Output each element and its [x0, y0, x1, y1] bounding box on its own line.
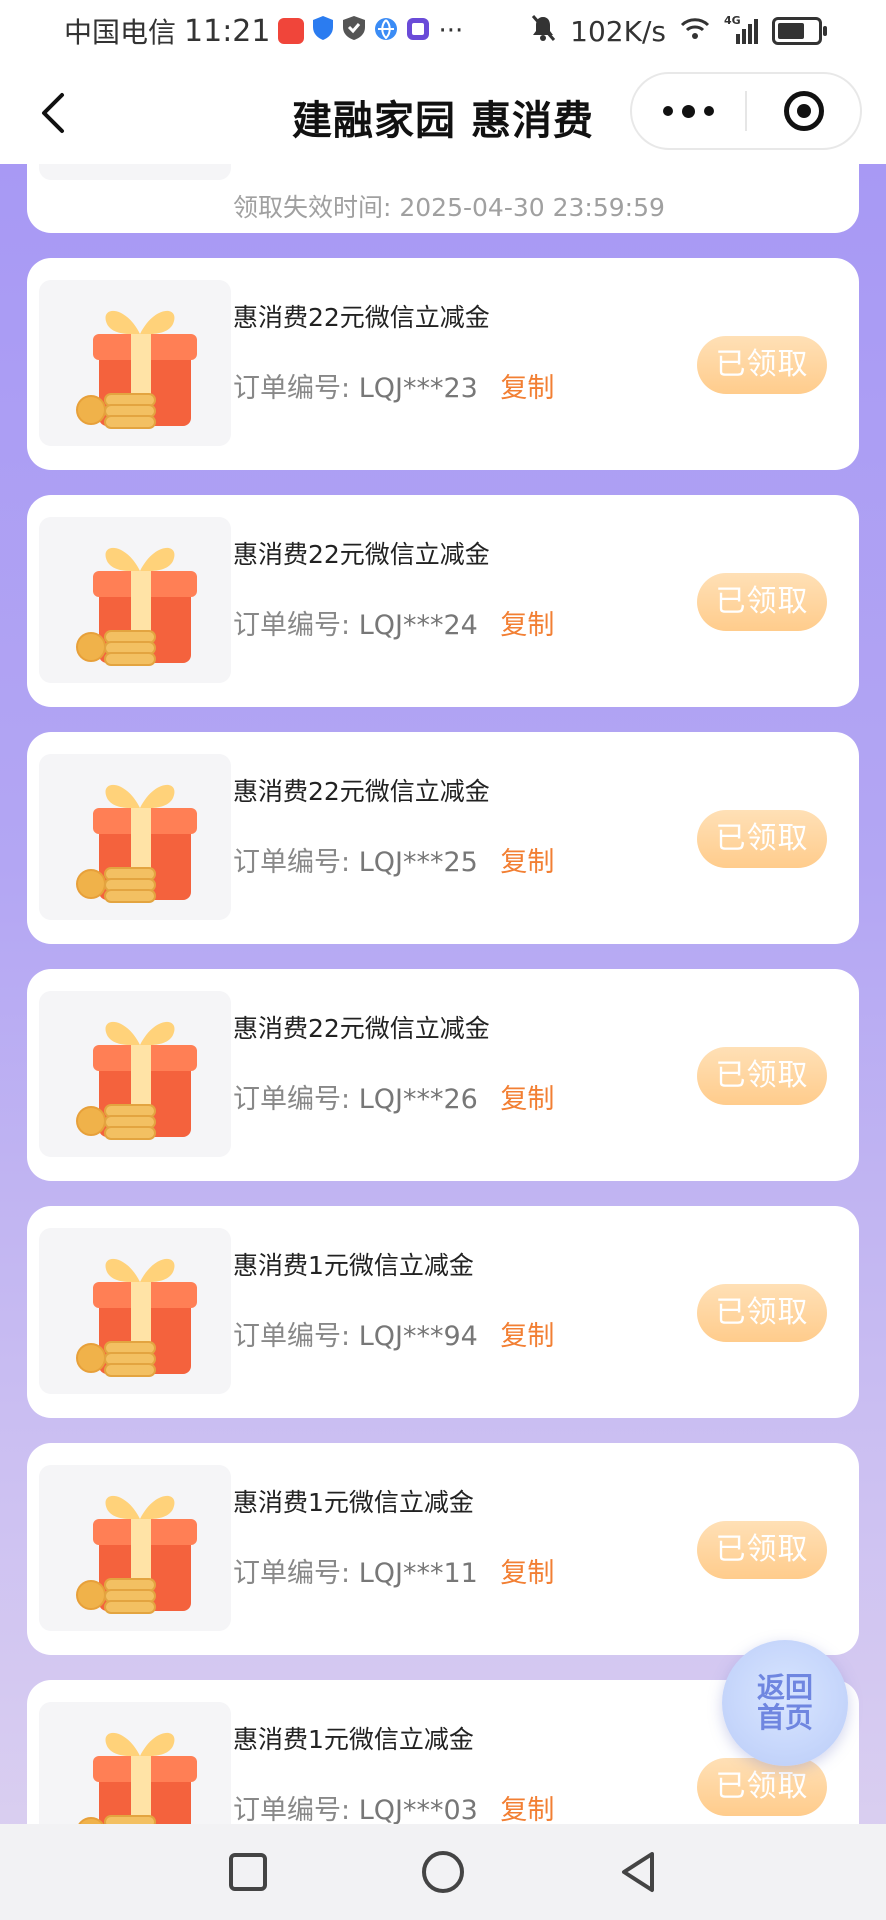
copy-link[interactable]: 复制 [500, 1795, 554, 1824]
gift-thumbnail [39, 517, 231, 683]
order-number-row: 订单编号: LQJ***03 复制 [233, 1788, 554, 1824]
copy-link[interactable]: 复制 [500, 373, 554, 404]
vpn-icon [342, 15, 366, 48]
circle-icon [421, 1851, 464, 1893]
claimed-button[interactable]: 已领取 [697, 1047, 827, 1105]
coupon-title: 惠消费22元微信立减金 [233, 777, 490, 806]
gift-thumbnail [39, 1228, 231, 1394]
copy-link[interactable]: 复制 [500, 1558, 554, 1589]
gift-icon [78, 1732, 197, 1824]
nav-bar: 建融家园 惠消费 [0, 62, 886, 164]
order-number-value: LQJ***11 [358, 1558, 478, 1589]
home-label-line2: 首页 [756, 1701, 813, 1734]
order-number-row: 订单编号: LQJ***26 复制 [233, 1077, 554, 1116]
browser-icon [374, 15, 398, 48]
order-number-value: LQJ***24 [358, 610, 478, 641]
system-nav-bar [0, 1824, 886, 1920]
home-label-line1: 返回 [756, 1671, 813, 1704]
copy-link[interactable]: 复制 [500, 1321, 554, 1352]
order-number-value: LQJ***23 [358, 373, 478, 404]
order-number-row: 订单编号: LQJ***94 复制 [233, 1314, 554, 1353]
gift-thumbnail [39, 164, 231, 180]
coupon-card: 惠消费22元微信立减金 订单编号: LQJ***25 复制 已领取 [27, 732, 859, 944]
order-number-label: 订单编号: [233, 847, 351, 878]
status-time: 11:21 [184, 13, 271, 49]
dot-icon [704, 106, 714, 116]
return-home-button[interactable]: 返回 首页 [722, 1640, 848, 1766]
order-number-value: LQJ***25 [358, 847, 478, 878]
coupon-list[interactable]: 领取失效时间: 2025-04-30 23:59:59 惠消费22元微信立减金 … [0, 164, 886, 1824]
carrier-label: 中国电信 [64, 16, 177, 49]
order-number-label: 订单编号: [233, 373, 351, 404]
order-number-label: 订单编号: [233, 610, 351, 641]
battery-icon [772, 17, 827, 45]
coupon-title: 惠消费22元微信立减金 [233, 540, 490, 569]
order-number-label: 订单编号: [233, 1795, 351, 1824]
order-number-row: 订单编号: LQJ***23 复制 [233, 366, 554, 405]
claimed-button[interactable]: 已领取 [697, 1284, 827, 1342]
dot-icon [682, 104, 695, 118]
coupon-card: 惠消费22元微信立减金 订单编号: LQJ***26 复制 已领取 [27, 969, 859, 1181]
coupon-title: 惠消费1元微信立减金 [233, 1488, 474, 1517]
order-number-label: 订单编号: [233, 1558, 351, 1589]
coupon-card: 惠消费22元微信立减金 订单编号: LQJ***24 复制 已领取 [27, 495, 859, 707]
gift-thumbnail [39, 280, 231, 446]
wifi-icon [680, 15, 710, 48]
gift-icon [76, 1258, 197, 1377]
miniprogram-capsule [630, 72, 862, 150]
gift-icon [76, 1495, 197, 1614]
coupon-card: 惠消费22元微信立减金 订单编号: LQJ***23 复制 已领取 [27, 258, 859, 470]
gift-icon [76, 310, 197, 429]
copy-link[interactable]: 复制 [500, 610, 554, 641]
gift-thumbnail [39, 1465, 231, 1631]
order-number-value: LQJ***03 [358, 1795, 478, 1824]
coupon-title: 惠消费22元微信立减金 [233, 303, 490, 332]
coupon-title: 惠消费22元微信立减金 [233, 1014, 490, 1043]
gift-icon [76, 1021, 197, 1140]
more-menu-button[interactable] [632, 104, 745, 118]
triangle-back-icon [622, 1852, 655, 1892]
order-number-label: 订单编号: [233, 1321, 351, 1352]
order-number-value: LQJ***26 [358, 1084, 478, 1115]
gift-thumbnail [39, 991, 231, 1157]
coupon-card: 惠消费1元微信立减金 订单编号: LQJ***11 复制 已领取 [27, 1443, 859, 1655]
app-icon [278, 18, 305, 44]
home-button[interactable] [413, 1842, 473, 1902]
recent-apps-button[interactable] [218, 1842, 278, 1902]
gift-thumbnail [39, 754, 231, 920]
signal-4g-icon: 4G [724, 14, 758, 44]
coupon-title: 惠消费1元微信立减金 [233, 1251, 474, 1280]
claimed-button[interactable]: 已领取 [697, 1521, 827, 1579]
dot-icon [663, 106, 673, 116]
order-number-row: 订单编号: LQJ***11 复制 [233, 1551, 554, 1590]
order-number-row: 订单编号: LQJ***24 复制 [233, 603, 554, 642]
gift-icon [76, 547, 197, 666]
order-number-label: 订单编号: [233, 1084, 351, 1115]
back-nav-button[interactable] [608, 1842, 668, 1902]
mute-bell-icon [530, 14, 556, 49]
shield-icon [312, 15, 334, 48]
network-speed: 102K/s [570, 14, 666, 48]
target-icon [783, 91, 824, 131]
claimed-button[interactable]: 已领取 [697, 1758, 827, 1816]
gift-icon [76, 784, 197, 903]
square-icon [228, 1853, 267, 1891]
claimed-button[interactable]: 已领取 [697, 810, 827, 868]
coupon-title: 惠消费1元微信立减金 [233, 1725, 474, 1754]
order-number-value: LQJ***94 [358, 1321, 478, 1352]
more-dots-icon: ··· [438, 16, 464, 46]
claimed-button[interactable]: 已领取 [697, 336, 827, 394]
claimed-button[interactable]: 已领取 [697, 573, 827, 631]
close-miniprogram-button[interactable] [747, 91, 860, 131]
sticker-icon [406, 15, 430, 48]
coupon-card: 惠消费1元微信立减金 订单编号: LQJ***94 复制 已领取 [27, 1206, 859, 1418]
status-bar: 中国电信 11:21 ··· 102K/s 4G [0, 0, 886, 62]
copy-link[interactable]: 复制 [500, 1084, 554, 1115]
expire-time: 领取失效时间: 2025-04-30 23:59:59 [233, 193, 665, 222]
order-number-row: 订单编号: LQJ***25 复制 [233, 840, 554, 879]
gift-thumbnail [39, 1702, 231, 1824]
copy-link[interactable]: 复制 [500, 847, 554, 878]
coupon-card-partial: 领取失效时间: 2025-04-30 23:59:59 [27, 164, 859, 233]
